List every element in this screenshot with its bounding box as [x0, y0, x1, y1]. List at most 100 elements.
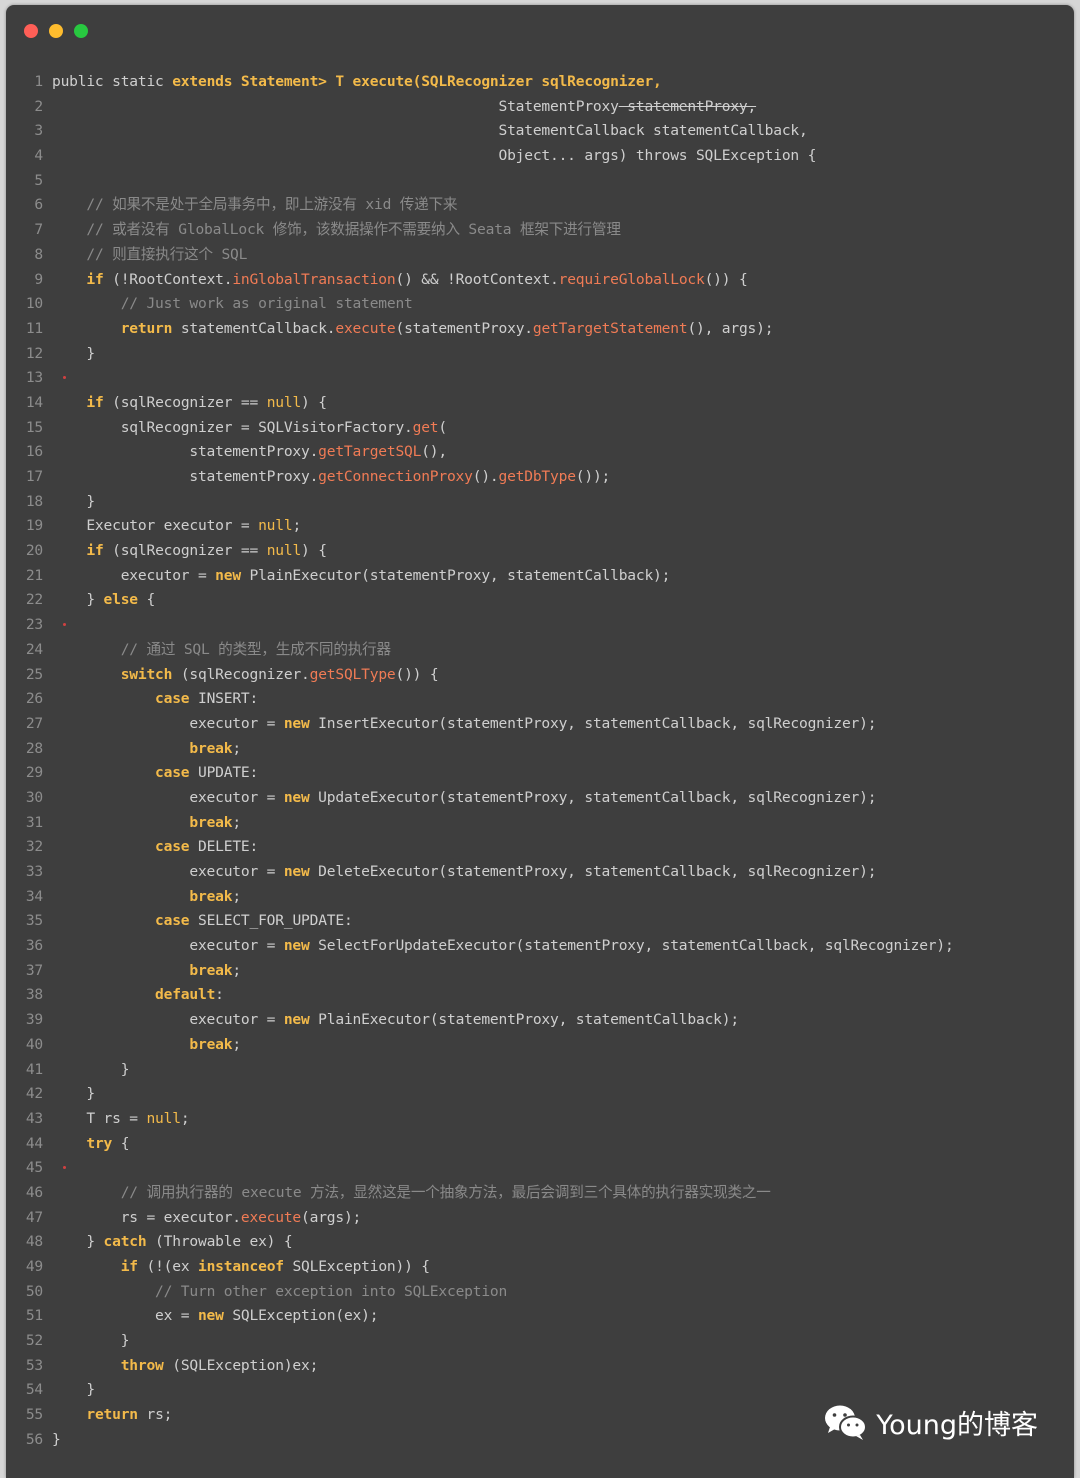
code-line: 19 Executor executor = null;	[6, 514, 1074, 539]
line-number: 8	[34, 245, 43, 263]
line-number: 12	[25, 344, 43, 362]
close-button[interactable]	[24, 24, 38, 38]
code-line: 27 executor = new InsertExecutor(stateme…	[6, 712, 1074, 737]
code-line: 2 StatementProxy statementProxy,	[6, 95, 1074, 120]
code-line: 50 // Turn other exception into SQLExcep…	[6, 1280, 1074, 1305]
line-number: 36	[25, 937, 43, 955]
code-text: executor = new UpdateExecutor(statementP…	[52, 788, 877, 806]
line-number: 35	[25, 912, 43, 930]
code-text: // 或者没有 GlobalLock 修饰，该数据操作不需要纳入 Seata 框…	[86, 221, 621, 239]
line-number: 2	[34, 97, 43, 115]
line-number: 9	[34, 270, 43, 288]
line-number: 19	[25, 517, 43, 535]
code-text: break;	[189, 739, 241, 757]
code-line: 18 }	[6, 490, 1074, 515]
code-text: // 则直接执行这个 SQL	[86, 245, 248, 263]
code-line: 28 break;	[6, 737, 1074, 762]
code-line: 1 public static extends Statement> T exec…	[6, 70, 1074, 95]
line-number: 46	[25, 1183, 43, 1201]
code-text: executor = new InsertExecutor(statementP…	[52, 714, 877, 732]
code-text: if (!(ex instanceof SQLException)) {	[120, 1258, 430, 1275]
code-text: } catch (Throwable ex) {	[52, 1233, 293, 1251]
code-text: public static extends Statement> T execu…	[52, 73, 662, 90]
line-number: 16	[25, 443, 43, 461]
line-number: 38	[25, 986, 43, 1004]
code-line: 31 break;	[6, 811, 1074, 836]
line-number: 41	[25, 1060, 43, 1078]
code-text: return statementCallback.execute(stateme…	[120, 319, 774, 337]
gutter-marker	[63, 376, 66, 380]
code-text: case DELETE:	[155, 838, 259, 856]
code-line: 48 } catch (Throwable ex) {	[6, 1230, 1074, 1255]
code-text: statementProxy.getConnectionProxy().getD…	[52, 468, 611, 485]
code-text: switch (sqlRecognizer.getSQLType()) {	[120, 665, 439, 683]
code-text: }	[52, 1085, 95, 1103]
code-text: Executor executor = null;	[52, 517, 302, 535]
line-number: 7	[34, 221, 43, 239]
line-number: 50	[25, 1282, 43, 1300]
code-text: executor = new PlainExecutor(statementPr…	[52, 1011, 739, 1029]
line-number: 20	[25, 542, 43, 560]
code-text: // Just work as original statement	[120, 295, 413, 313]
code-text: sqlRecognizer = SQLVisitorFactory.get(	[52, 418, 447, 436]
code-line: 5	[6, 169, 1074, 194]
code-line: 54 }	[6, 1378, 1074, 1403]
code-text: default:	[155, 986, 224, 1004]
code-line: 40 break;	[6, 1033, 1074, 1058]
code-line: 10 // Just work as original statement	[6, 292, 1074, 317]
line-number: 53	[25, 1356, 43, 1374]
code-text: return rs;	[86, 1406, 173, 1424]
line-number: 55	[25, 1406, 43, 1424]
line-number: 6	[34, 196, 43, 214]
zoom-button[interactable]	[74, 24, 88, 38]
code-line: 51 ex = new SQLException(ex);	[6, 1304, 1074, 1329]
line-number: 22	[25, 591, 43, 609]
line-number: 15	[25, 418, 43, 436]
code-line: 30 executor = new UpdateExecutor(stateme…	[6, 786, 1074, 811]
code-line: 25 switch (sqlRecognizer.getSQLType()) {	[6, 663, 1074, 688]
code-text: executor = new DeleteExecutor(statementP…	[52, 863, 877, 880]
code-text: T rs = null;	[52, 1109, 190, 1127]
minimize-button[interactable]	[49, 24, 63, 38]
code-line: 8 // 则直接执行这个 SQL	[6, 243, 1074, 268]
code-line: 43 T rs = null;	[6, 1107, 1074, 1132]
code-line: 49 if (!(ex instanceof SQLException)) {	[6, 1255, 1074, 1280]
code-text: StatementProxy statementProxy,	[52, 97, 757, 115]
wechat-icon	[825, 1405, 868, 1440]
line-number: 23	[25, 616, 43, 634]
window-controls	[24, 24, 88, 38]
line-number: 51	[25, 1307, 43, 1325]
code-text: }	[52, 344, 95, 362]
line-number: 47	[25, 1208, 43, 1226]
code-text: // 如果不是处于全局事务中，即上游没有 xid 传递下来	[86, 196, 458, 214]
line-number: 4	[34, 147, 43, 165]
code-line: 29 case UPDATE:	[6, 761, 1074, 786]
line-number: 5	[34, 171, 43, 189]
code-text: }	[52, 1381, 95, 1399]
code-line: 32 case DELETE:	[6, 835, 1074, 860]
code-text: break;	[189, 887, 241, 905]
code-line: 36 executor = new SelectForUpdateExecuto…	[6, 934, 1074, 959]
line-number: 44	[25, 1134, 43, 1152]
code-line: 23	[6, 613, 1074, 638]
code-text: }	[52, 1060, 130, 1078]
code-text: }	[52, 1332, 130, 1350]
line-number: 34	[25, 887, 43, 905]
code-text: statementProxy.getTargetSQL(),	[52, 443, 447, 461]
code-text: // Turn other exception into SQLExceptio…	[155, 1282, 508, 1300]
code-line: 46 // 调用执行器的 execute 方法，显然这是一个抽象方法，最后会调到…	[6, 1181, 1074, 1206]
code-text: if (!RootContext.inGlobalTransaction() &…	[86, 270, 748, 288]
line-number: 25	[25, 665, 43, 683]
line-number: 17	[25, 468, 43, 485]
code-line: 20 if (sqlRecognizer == null) {	[6, 539, 1074, 564]
code-line: 4 Object... args) throws SQLException {	[6, 144, 1074, 169]
watermark-text: Young的博客	[876, 1409, 1038, 1441]
line-number: 24	[25, 640, 43, 658]
line-number: 42	[25, 1085, 43, 1103]
code-text: case INSERT:	[155, 690, 259, 708]
line-number: 43	[25, 1109, 43, 1127]
code-text: throw (SQLException)ex;	[120, 1356, 319, 1374]
code-text: if (sqlRecognizer == null) {	[86, 542, 327, 560]
line-number: 11	[25, 319, 43, 337]
line-number: 40	[25, 1035, 43, 1053]
